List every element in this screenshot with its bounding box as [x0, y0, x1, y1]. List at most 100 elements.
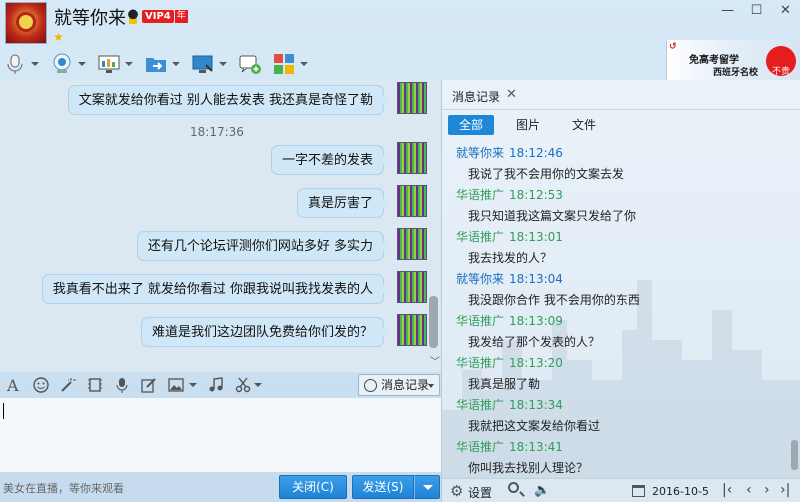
chat-window: 就等你来 VIP4 年 ★ — ☐ ✕ ↺ 免高考留学 西班牙名校 不贵 文案就… [0, 0, 800, 502]
font-icon[interactable]: A [6, 377, 22, 393]
text-caret [3, 403, 4, 419]
history-sender[interactable]: 华语推广 [456, 230, 504, 244]
history-message-text[interactable]: 我发给了那个发表的人？ [468, 333, 600, 350]
star-icon[interactable]: ★ [53, 30, 64, 44]
settings-button[interactable]: 设置 [450, 482, 492, 501]
history-time: 18:12:53 [509, 188, 563, 202]
skyline-background [442, 280, 800, 500]
screenshot-icon[interactable] [235, 377, 251, 393]
chevron-down-icon[interactable] [300, 62, 308, 66]
history-message-text[interactable]: 我说了我不会用你的文案去发 [468, 165, 624, 182]
chevron-down-icon[interactable] [219, 62, 227, 66]
group-chat-icon [239, 55, 261, 74]
history-scrollbar[interactable] [791, 440, 798, 470]
group-chat-button[interactable] [239, 53, 261, 75]
close-button[interactable]: 关闭(C) [279, 475, 347, 499]
history-sender[interactable]: 华语推广 [456, 356, 504, 370]
contact-avatar[interactable] [5, 2, 47, 44]
chevron-down-icon[interactable] [189, 383, 197, 387]
webcam-button[interactable] [51, 53, 86, 75]
contact-name[interactable]: 就等你来 [54, 4, 126, 30]
sender-avatar[interactable] [397, 314, 427, 346]
maximize-button[interactable]: ☐ [742, 0, 771, 22]
voice-icon[interactable] [114, 377, 130, 393]
history-tab-header: 消息记录 ✕ [442, 80, 800, 110]
history-sender[interactable]: 就等你来 [456, 272, 504, 286]
previous-page-icon[interactable]: ‹ [746, 482, 752, 498]
message-bubble[interactable]: 一字不差的发表 [270, 145, 390, 175]
next-page-icon[interactable]: › [764, 482, 770, 498]
chevron-down-icon[interactable] [78, 62, 86, 66]
chevron-down-icon[interactable] [172, 62, 180, 66]
history-entry-header: 就等你来 18:12:46 [456, 144, 563, 161]
scroll-down-icon[interactable]: ﹀ [430, 353, 440, 368]
history-panel: 消息记录 ✕ 全部 图片 文件 就等你来 18:12:46 我说了我不会用你的文案去… [441, 80, 800, 502]
status-text[interactable]: 美女在直播，等你来观看 [3, 480, 124, 496]
speaker-icon[interactable]: 🔈 [534, 483, 550, 498]
tab-message-history[interactable]: 消息记录 [452, 88, 500, 105]
minimize-button[interactable]: — [713, 0, 742, 22]
history-sender[interactable]: 华语推广 [456, 188, 504, 202]
chat-message-area[interactable]: 文案就发给你看过 别人能去发表 我还真是奇怪了勒 18:17:36 一字不差的发… [0, 80, 441, 372]
music-icon[interactable] [208, 377, 224, 393]
microphone-button[interactable] [4, 53, 39, 75]
image-icon[interactable] [168, 377, 184, 393]
chevron-down-icon[interactable] [31, 62, 39, 66]
message: 还有几个论坛评测你们网站多好 多实力 [7, 226, 427, 266]
microphone-icon [7, 54, 23, 74]
history-message-text[interactable]: 我真是服了勒 [468, 375, 540, 392]
history-message-text[interactable]: 我只知道我这篇文案只发给了你 [468, 207, 636, 224]
first-page-icon[interactable]: |‹ [722, 482, 732, 498]
history-message-text[interactable]: 我就把这文案发给你看过 [468, 417, 600, 434]
advertisement-banner[interactable]: ↺ 免高考留学 西班牙名校 不贵 [666, 40, 800, 80]
message-history-button[interactable]: 消息记录 [358, 374, 440, 396]
video-clip-icon[interactable] [87, 377, 103, 393]
last-page-icon[interactable]: ›| [780, 482, 790, 498]
message-input[interactable] [0, 398, 441, 472]
history-date[interactable]: 2016-10-5 [652, 485, 709, 498]
send-button[interactable]: 发送(S) [352, 475, 414, 499]
close-window-button[interactable]: ✕ [771, 0, 800, 22]
history-sender[interactable]: 华语推广 [456, 398, 504, 412]
filter-files[interactable]: 文件 [556, 115, 612, 135]
magic-wand-icon[interactable] [60, 377, 76, 393]
history-footer: 设置 🔈 2016-10-5 |‹ ‹ › ›| [442, 478, 800, 502]
calendar-icon[interactable] [632, 485, 645, 497]
history-message-text[interactable]: 你叫我去找别人理论？ [468, 459, 588, 476]
remote-desktop-icon [192, 55, 213, 73]
chevron-down-icon[interactable] [254, 383, 262, 387]
edit-icon[interactable] [141, 377, 157, 393]
chat-scrollbar[interactable] [429, 296, 438, 348]
history-entry-header: 华语推广 18:13:09 [456, 312, 563, 329]
sender-avatar[interactable] [397, 142, 427, 174]
remote-desktop-button[interactable] [192, 53, 227, 75]
close-icon[interactable]: ✕ [506, 87, 517, 102]
message-bubble[interactable]: 文案就发给你看过 别人能去发表 我还真是奇怪了勒 [67, 85, 390, 115]
search-icon[interactable] [508, 482, 519, 493]
file-transfer-button[interactable] [145, 53, 180, 75]
emoji-icon[interactable] [33, 377, 49, 393]
history-message-text[interactable]: 我没跟你合作 我不会用你的东西 [468, 291, 640, 308]
history-entry-header: 华语推广 18:13:20 [456, 354, 563, 371]
message-bubble[interactable]: 我真看不出来了 就发给你看过 你跟我说叫我找发表的人 [41, 274, 390, 304]
message-bubble[interactable]: 真是厉害了 [296, 188, 390, 218]
filter-all[interactable]: 全部 [448, 115, 494, 135]
filter-images[interactable]: 图片 [500, 115, 556, 135]
screen-share-button[interactable] [98, 53, 133, 75]
history-sender[interactable]: 就等你来 [456, 146, 504, 160]
history-message-text[interactable]: 我去找发的人？ [468, 249, 552, 266]
chevron-down-icon[interactable] [125, 62, 133, 66]
message-bubble[interactable]: 难道是我们这边团队免费给你们发的？ [140, 317, 390, 347]
sender-avatar[interactable] [397, 271, 427, 303]
send-options-dropdown[interactable] [414, 475, 440, 499]
sender-avatar[interactable] [397, 82, 427, 114]
vip-badge[interactable]: VIP4 年 [126, 8, 188, 24]
apps-button[interactable] [273, 53, 308, 75]
sender-avatar[interactable] [397, 185, 427, 217]
history-time: 18:13:34 [509, 398, 563, 412]
sender-avatar[interactable] [397, 228, 427, 260]
history-time: 18:13:09 [509, 314, 563, 328]
message-bubble[interactable]: 还有几个论坛评测你们网站多好 多实力 [136, 231, 390, 261]
history-sender[interactable]: 华语推广 [456, 440, 504, 454]
history-sender[interactable]: 华语推广 [456, 314, 504, 328]
